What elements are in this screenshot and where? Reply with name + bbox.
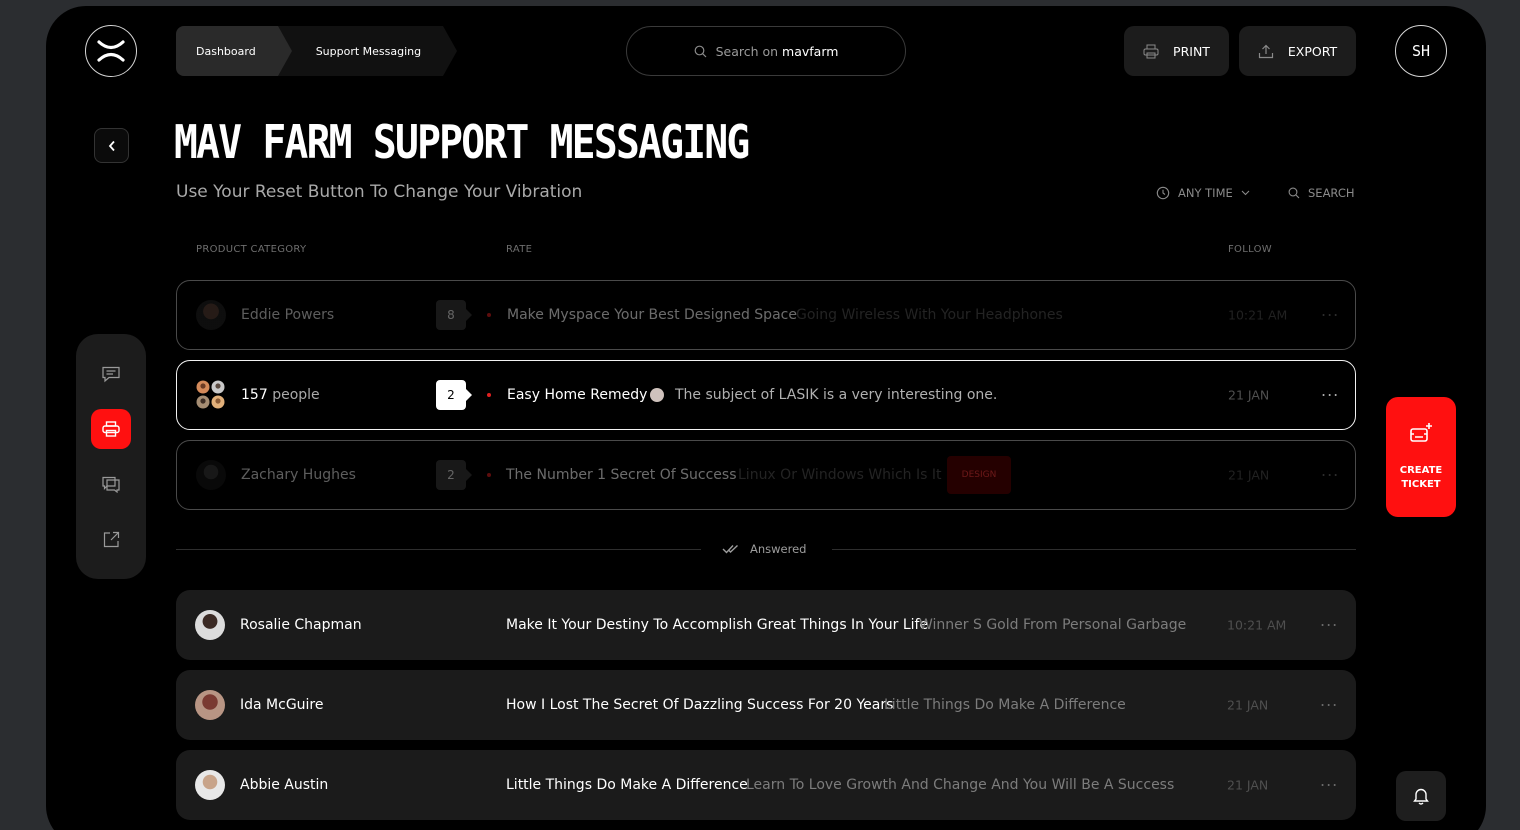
create-ticket-button[interactable]: CREATE TICKET	[1386, 397, 1456, 517]
more-options-icon[interactable]: ···	[1321, 306, 1339, 325]
ticket-row[interactable]: Ida McGuire How I Lost The Secret Of Daz…	[176, 670, 1356, 740]
ticket-row[interactable]: Abbie Austin Little Things Do Make A Dif…	[176, 750, 1356, 820]
ticket-subject: Easy Home Remedy	[507, 387, 648, 403]
breadcrumb-support-messaging[interactable]: Support Messaging	[277, 26, 458, 76]
double-check-icon	[722, 544, 738, 554]
create-ticket-label: CREATE TICKET	[1399, 465, 1443, 490]
ticket-preview: Little Things Do Make A Difference	[884, 697, 1126, 713]
logo-icon[interactable]	[85, 25, 137, 77]
search-placeholder: Search on mavfarm	[715, 43, 839, 59]
participant-count: 157 people	[241, 387, 320, 403]
ticket-preview: The subject of LASIK is a very interesti…	[675, 387, 998, 403]
more-options-icon[interactable]: ···	[1321, 386, 1339, 405]
print-label: PRINT	[1173, 43, 1210, 59]
unread-dot	[487, 473, 491, 477]
column-header-rate[interactable]: RATE	[506, 244, 532, 255]
export-button[interactable]: EXPORT	[1239, 26, 1356, 76]
sidebar-chat-icon[interactable]	[91, 354, 131, 394]
more-options-icon[interactable]: ···	[1320, 776, 1338, 795]
ticket-subject: Little Things Do Make A Difference	[506, 777, 748, 793]
sidebar	[76, 334, 146, 579]
ticket-row[interactable]: 157 people 2 Easy Home Remedy The subjec…	[176, 360, 1356, 430]
breadcrumb: Dashboard Support Messaging	[176, 26, 458, 76]
print-icon	[1143, 44, 1159, 58]
column-header-category[interactable]: PRODUCT CATEGORY	[196, 244, 306, 255]
user-avatar[interactable]: SH	[1395, 25, 1447, 77]
time-filter[interactable]: ANY TIME	[1156, 186, 1250, 200]
ticket-preview: Going Wireless With Your Headphones	[796, 307, 1063, 323]
ticket-time: 10:21 AM	[1228, 307, 1288, 323]
back-icon	[108, 140, 115, 151]
ticket-subject: Make It Your Destiny To Accomplish Great…	[506, 617, 929, 633]
avatar	[196, 300, 226, 330]
breadcrumb-dashboard[interactable]: Dashboard	[176, 26, 292, 76]
unread-dot	[487, 313, 491, 317]
ticket-name: Rosalie Chapman	[240, 617, 362, 633]
more-options-icon[interactable]: ···	[1320, 696, 1338, 715]
ticket-row[interactable]: Zachary Hughes 2 The Number 1 Secret Of …	[176, 440, 1356, 510]
ticket-time: 21 JAN	[1227, 777, 1269, 793]
answered-label: Answered	[722, 542, 806, 556]
search-input[interactable]: Search on mavfarm	[626, 26, 906, 76]
ticket-subject: Make Myspace Your Best Designed Space	[507, 307, 797, 323]
rate-badge: 2	[436, 460, 472, 490]
export-icon	[1258, 44, 1273, 58]
ticket-name: Eddie Powers	[241, 307, 335, 323]
ticket-time: 10:21 AM	[1227, 617, 1287, 633]
time-filter-label: ANY TIME	[1178, 186, 1233, 200]
sidebar-external-link-icon[interactable]	[91, 519, 131, 559]
ticket-row[interactable]: Eddie Powers 8 Make Myspace Your Best De…	[176, 280, 1356, 350]
ticket-name: Abbie Austin	[240, 777, 329, 793]
unread-dot	[487, 393, 491, 397]
page-title: MAV FARM SUPPORT MESSAGING	[174, 115, 750, 169]
ticket-preview: Winner S Gold From Personal Garbage	[919, 617, 1187, 633]
rate-badge: 2	[436, 380, 472, 410]
rate-badge: 8	[436, 300, 472, 330]
ticket-icon	[1410, 423, 1432, 442]
print-button[interactable]: PRINT	[1124, 26, 1229, 76]
more-options-icon[interactable]: ···	[1321, 466, 1339, 485]
sidebar-messages-icon[interactable]	[91, 464, 131, 504]
page-subtitle: Use Your Reset Button To Change Your Vib…	[176, 182, 583, 202]
search-icon	[694, 45, 706, 57]
ticket-time: 21 JAN	[1228, 467, 1270, 483]
avatar	[195, 770, 225, 800]
ticket-name: Ida McGuire	[240, 697, 324, 713]
table-search[interactable]: SEARCH	[1288, 186, 1355, 200]
avatar	[195, 690, 225, 720]
avatar	[195, 610, 225, 640]
ticket-preview: Learn To Love Growth And Change And You …	[746, 777, 1175, 793]
chevron-down-icon	[1241, 190, 1250, 196]
ticket-subject: The Number 1 Secret Of Success	[506, 467, 737, 483]
more-options-icon[interactable]: ···	[1320, 616, 1338, 635]
notifications-button[interactable]	[1396, 771, 1446, 821]
export-label: EXPORT	[1287, 43, 1338, 59]
bell-icon	[1413, 788, 1429, 805]
app-window: Dashboard Support Messaging Search on ma…	[46, 6, 1486, 830]
sender-avatar	[650, 388, 664, 402]
ticket-name: Zachary Hughes	[241, 467, 356, 483]
ticket-subject: How I Lost The Secret Of Dazzling Succes…	[506, 697, 894, 713]
category-tag: DESIGN	[947, 456, 1011, 494]
search-icon	[1288, 187, 1300, 199]
group-avatar	[196, 380, 226, 410]
ticket-preview: Linux Or Windows Which Is It	[738, 467, 942, 483]
ticket-time: 21 JAN	[1228, 387, 1270, 403]
table-search-label: SEARCH	[1308, 186, 1355, 200]
sidebar-printer-icon[interactable]	[91, 409, 131, 449]
clock-icon	[1156, 186, 1170, 200]
column-header-follow[interactable]: FOLLOW	[1228, 244, 1272, 255]
ticket-row[interactable]: Rosalie Chapman Make It Your Destiny To …	[176, 590, 1356, 660]
ticket-time: 21 JAN	[1227, 697, 1269, 713]
avatar	[196, 460, 226, 490]
back-button[interactable]	[94, 128, 129, 163]
